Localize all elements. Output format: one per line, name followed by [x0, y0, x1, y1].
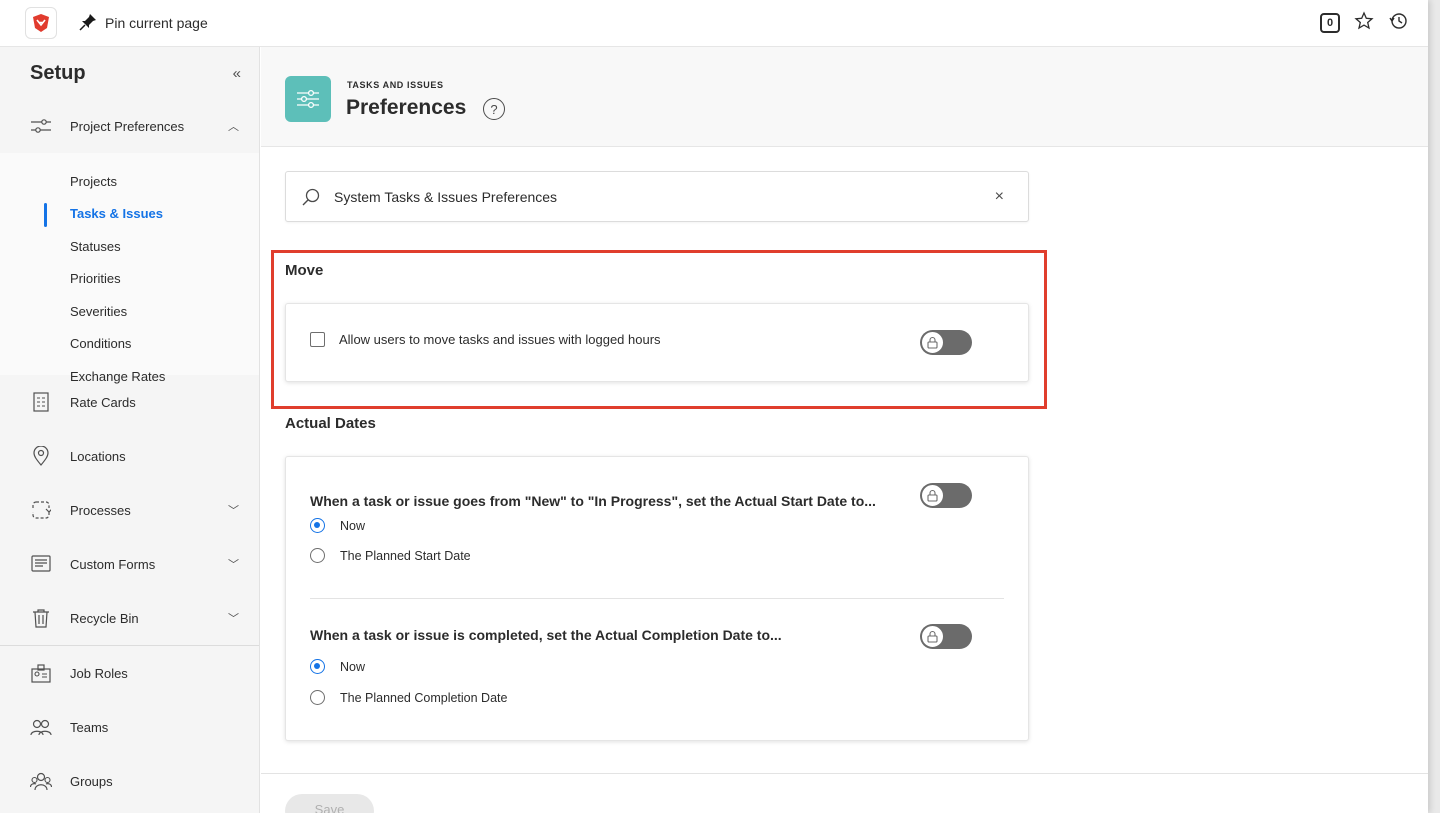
actual-start-question: When a task or issue goes from "New" to …	[310, 493, 876, 509]
chevron-down-icon: ﹀	[228, 505, 239, 517]
radio-unselected[interactable]	[310, 548, 325, 563]
sidebar-item-locations[interactable]: Locations	[0, 429, 259, 483]
help-icon[interactable]: ?	[483, 98, 505, 120]
page-title: Preferences	[346, 96, 467, 119]
sidebar-subitem-tasks-issues[interactable]: Tasks & Issues	[0, 198, 259, 231]
star-icon[interactable]	[1354, 10, 1374, 36]
sidebar-item-recycle-bin[interactable]: Recycle Bin ﹀	[0, 591, 259, 645]
sidebar-subitem-priorities[interactable]: Priorities	[0, 263, 259, 296]
pin-current-page-button[interactable]: Pin current page	[79, 13, 208, 34]
chevron-down-icon: ﹀	[228, 559, 239, 571]
app-window: Pin current page 0 Setup « Project Prefe…	[0, 0, 1428, 813]
page-header: TASKS AND ISSUES Preferences ?	[261, 47, 1428, 147]
location-pin-icon	[30, 445, 52, 467]
teams-icon	[30, 716, 52, 738]
actual-start-option-now[interactable]: Now	[310, 518, 365, 533]
sidebar-subitem-exchange-rates[interactable]: Exchange Rates	[0, 360, 259, 393]
save-button[interactable]: Save	[285, 794, 374, 813]
footer-bar: Save	[261, 773, 1428, 813]
actual-completion-option-planned[interactable]: The Planned Completion Date	[310, 690, 507, 705]
trash-icon	[30, 607, 52, 629]
sidebar-item-label: Project Preferences	[70, 118, 185, 134]
radio-label: The Planned Start Date	[340, 548, 471, 563]
top-right-tools: 0	[1320, 10, 1408, 36]
radio-unselected[interactable]	[310, 690, 325, 705]
actual-completion-lock-toggle[interactable]	[920, 624, 972, 649]
sidebar-item-label: Job Roles	[70, 665, 128, 681]
search-box: ×	[285, 171, 1029, 222]
sidebar-item-label: Recycle Bin	[70, 610, 139, 626]
sidebar-subitem-severities[interactable]: Severities	[0, 295, 259, 328]
sidebar-item-label: Custom Forms	[70, 556, 156, 572]
radio-label: Now	[340, 518, 366, 533]
processes-icon	[30, 499, 52, 521]
actual-completion-question: When a task or issue is completed, set t…	[310, 627, 782, 643]
sliders-icon	[30, 115, 52, 137]
search-input[interactable]	[334, 188, 995, 205]
radio-label: The Planned Completion Date	[340, 690, 508, 705]
actual-completion-option-now[interactable]: Now	[310, 659, 365, 674]
pin-icon	[79, 13, 97, 34]
sidebar-item-label: Processes	[70, 502, 131, 518]
sidebar-item-label: Teams	[70, 719, 109, 735]
sidebar-subitem-projects[interactable]: Projects	[0, 165, 259, 198]
job-roles-icon	[30, 662, 52, 684]
groups-icon	[30, 770, 52, 792]
sidebar-item-groups[interactable]: Groups	[0, 754, 259, 808]
app-logo-icon[interactable]	[25, 7, 57, 39]
sidebar-header: Setup «	[0, 47, 259, 99]
sidebar-item-custom-forms[interactable]: Custom Forms ﹀	[0, 537, 259, 591]
actual-dates-card: When a task or issue goes from "New" to …	[285, 456, 1029, 741]
main-content: × Move Allow users to move tasks and iss…	[261, 148, 1428, 773]
search-icon	[302, 188, 320, 206]
collapse-sidebar-icon[interactable]: «	[233, 65, 241, 82]
sidebar-item-label: Locations	[70, 448, 126, 464]
move-option-row: Allow users to move tasks and issues wit…	[310, 332, 661, 347]
sidebar-item-label: Rate Cards	[70, 394, 136, 410]
move-lock-toggle[interactable]	[920, 330, 972, 355]
sidebar-title: Setup	[30, 61, 86, 84]
history-icon[interactable]	[1388, 11, 1408, 36]
clear-search-icon[interactable]: ×	[995, 188, 1004, 206]
move-card: Allow users to move tasks and issues wit…	[285, 303, 1029, 382]
actual-start-option-planned[interactable]: The Planned Start Date	[310, 548, 471, 563]
sidebar-item-project-preferences[interactable]: Project Preferences ︿	[0, 99, 259, 153]
sidebar-subitem-statuses[interactable]: Statuses	[0, 230, 259, 263]
chevron-down-icon: ﹀	[228, 613, 239, 625]
pin-label: Pin current page	[105, 15, 208, 31]
top-bar: Pin current page 0	[0, 0, 1428, 47]
actual-start-lock-toggle[interactable]	[920, 483, 972, 508]
setup-sidebar: Setup « Project Preferences ︿ Projects T…	[0, 47, 260, 813]
move-section-title: Move	[285, 262, 324, 279]
custom-forms-icon	[30, 553, 52, 575]
sidebar-item-teams[interactable]: Teams	[0, 700, 259, 754]
notification-badge-icon[interactable]: 0	[1320, 13, 1340, 33]
radio-label: Now	[340, 659, 366, 674]
actual-dates-section-title: Actual Dates	[285, 415, 376, 432]
page-overline: TASKS AND ISSUES	[347, 80, 444, 90]
rate-cards-icon	[30, 391, 52, 413]
lock-icon	[921, 331, 944, 354]
radio-selected[interactable]	[310, 518, 325, 533]
sidebar-item-job-roles[interactable]: Job Roles	[0, 646, 259, 700]
sidebar-subitem-conditions[interactable]: Conditions	[0, 328, 259, 361]
sidebar-item-label: Groups	[70, 773, 113, 789]
project-preferences-submenu: Projects Tasks & Issues Statuses Priorit…	[0, 153, 259, 384]
lock-icon	[921, 625, 944, 648]
card-divider	[310, 598, 1004, 599]
lock-icon	[921, 484, 944, 507]
move-option-label: Allow users to move tasks and issues wit…	[339, 332, 661, 347]
radio-selected[interactable]	[310, 659, 325, 674]
chevron-up-icon: ︿	[228, 121, 239, 133]
sidebar-item-processes[interactable]: Processes ﹀	[0, 483, 259, 537]
preferences-sliders-icon	[285, 76, 331, 122]
move-logged-hours-checkbox[interactable]	[310, 332, 325, 347]
